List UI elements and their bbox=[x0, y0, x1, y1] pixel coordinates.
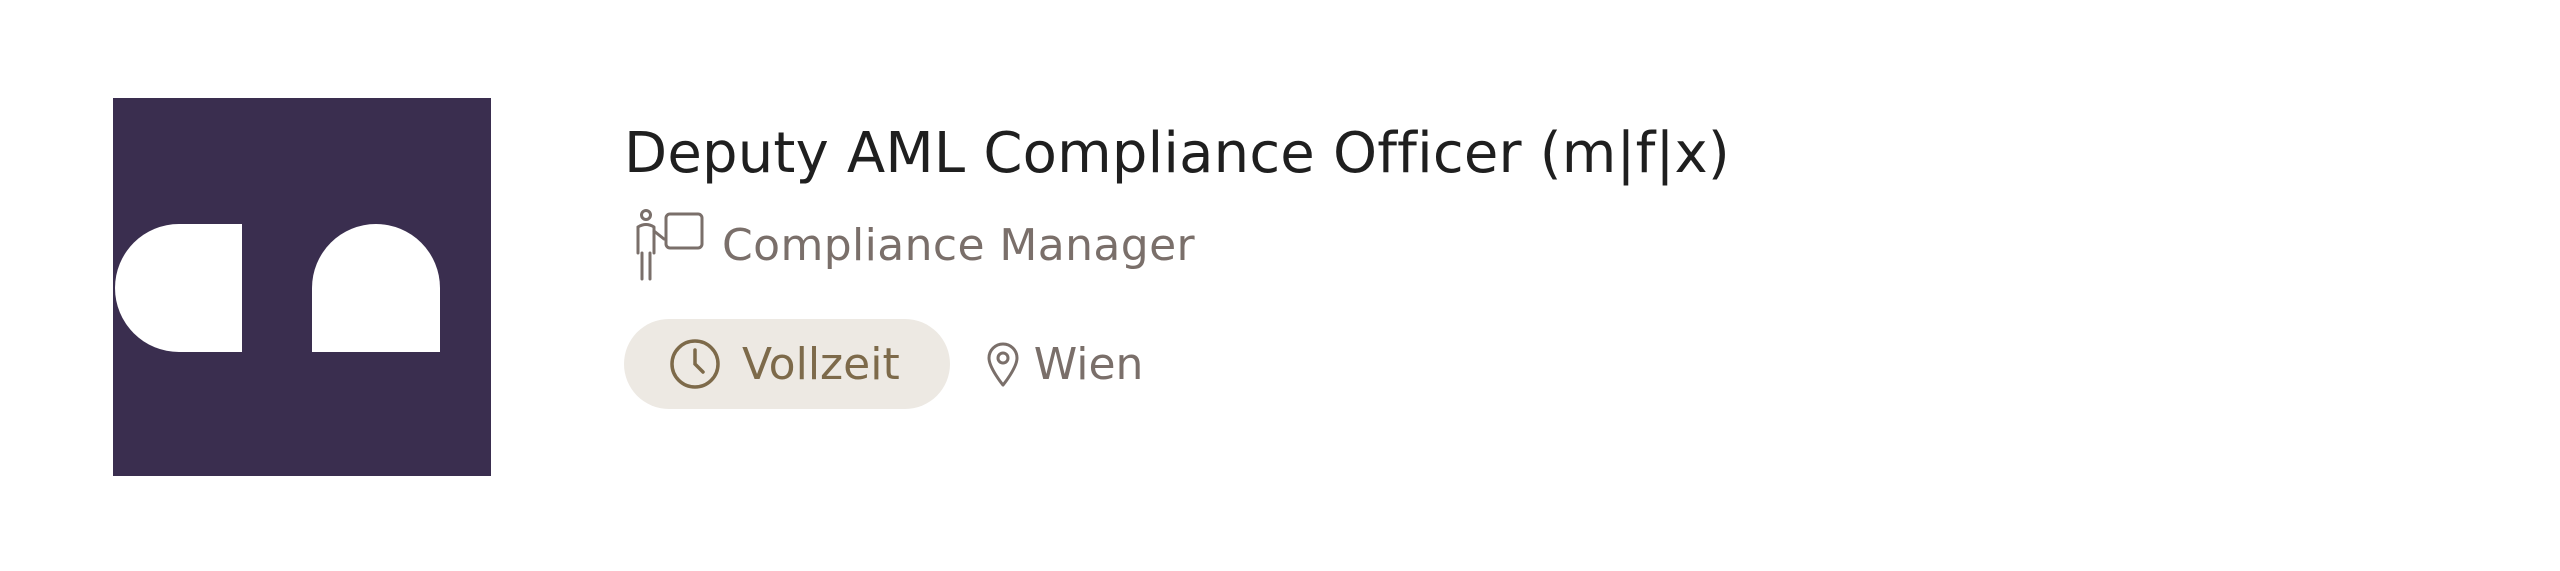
job-listing-card[interactable]: Deputy AML Compliance Officer (m|f|x) Co… bbox=[0, 0, 2560, 571]
clock-icon bbox=[670, 339, 720, 389]
job-category: Compliance Manager bbox=[624, 209, 1730, 281]
job-title[interactable]: Deputy AML Compliance Officer (m|f|x) bbox=[624, 120, 1730, 187]
employment-type-label: Vollzeit bbox=[742, 338, 900, 390]
map-pin-icon bbox=[987, 342, 1019, 387]
job-location: Wien bbox=[986, 338, 1144, 390]
job-tags: Vollzeit Wien bbox=[624, 319, 1730, 410]
employment-type-badge: Vollzeit bbox=[624, 319, 950, 410]
job-info: Deputy AML Compliance Officer (m|f|x) Co… bbox=[624, 120, 1730, 410]
company-logo bbox=[113, 98, 491, 476]
job-category-label: Compliance Manager bbox=[722, 219, 1196, 271]
job-location-label: Wien bbox=[1033, 338, 1144, 390]
presenter-board-icon bbox=[636, 209, 704, 281]
